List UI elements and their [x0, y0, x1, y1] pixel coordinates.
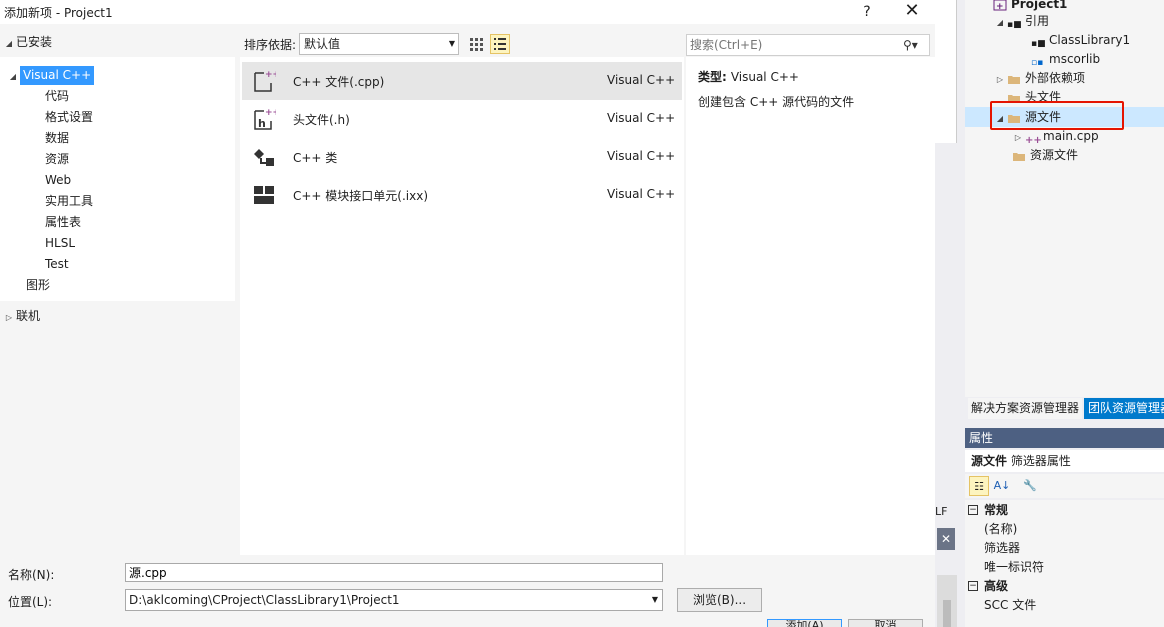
cpp-file-icon: ++ [254, 70, 276, 92]
installed-panel: ◢ Visual C++ 代码 格式设置 数据 资源 Web 实用工具 属性表 H… [0, 57, 235, 301]
add-new-item-dialog: 添加新项 - Project1 ? ✕ ◢ 已安装 ◢ Visual C++ 代码 … [0, 0, 935, 627]
help-button[interactable]: ? [856, 0, 878, 24]
tab-solution-explorer[interactable]: 解决方案资源管理器 [968, 398, 1083, 419]
grid-view-icon [470, 38, 483, 51]
sort-dropdown[interactable]: 默认值 ▼ [299, 33, 459, 55]
category-tree: ◢ 已安装 ◢ Visual C++ 代码 格式设置 数据 资源 Web 实用工具 … [0, 32, 235, 552]
description: 创建包含 C++ 源代码的文件 [698, 95, 855, 109]
chevron-down-icon: ▼ [448, 39, 455, 48]
template-item-cpp-file[interactable]: ++ C++ 文件(.cpp) Visual C++ [242, 62, 682, 100]
editor-document [935, 0, 957, 143]
tree-item-test[interactable]: Test [45, 254, 69, 275]
details-pane: 类型: Visual C++ 创建包含 C++ 源代码的文件 [686, 57, 935, 555]
tree-item-utility[interactable]: 实用工具 [45, 191, 93, 212]
property-row[interactable]: (名称) [965, 520, 1164, 539]
alphabetical-icon[interactable]: A↓ [992, 476, 1012, 496]
expand-icon: ▷ [5, 313, 13, 322]
list-view-icon [494, 38, 506, 50]
tree-item-code[interactable]: 代码 [45, 86, 69, 107]
property-grid: − 常规 (名称) 筛选器 唯一标识符 − 高级 SCC 文件 [965, 500, 1164, 627]
solution-explorer: + Project1 ◢ ▪■ 引用 ▪■ ClassLibrary1 ▫▪ mscorl… [965, 0, 1164, 397]
tree-item-ref-classlibrary1[interactable]: ▪■ ClassLibrary1 [1031, 31, 1130, 50]
tree-item-graphics[interactable]: 图形 [26, 275, 50, 296]
dialog-titlebar: 添加新项 - Project1 ? ✕ [0, 0, 935, 24]
tree-item-property-sheets[interactable]: 属性表 [45, 212, 81, 233]
template-item-module[interactable]: C++ 模块接口单元(.ixx) Visual C++ [242, 176, 682, 214]
collapse-icon: ◢ [996, 18, 1004, 27]
header-file-icon: h ++ [254, 108, 276, 130]
collapse-icon: − [968, 505, 978, 515]
property-row[interactable]: 筛选器 [965, 539, 1164, 558]
tree-item-web[interactable]: Web [45, 170, 71, 191]
collapse-icon: ◢ [9, 72, 17, 81]
category-advanced[interactable]: − 高级 [965, 577, 1164, 596]
tree-item-hlsl[interactable]: HLSL [45, 233, 75, 254]
folder-icon [1008, 75, 1020, 84]
dialog-title: 添加新项 - Project1 [4, 6, 113, 20]
properties-toolbar: ☷ A↓ 🔧 [965, 474, 1164, 498]
references-icon: ▪■ [1007, 19, 1022, 30]
add-button[interactable]: 添加(A) [767, 619, 842, 627]
filter-folder-icon [1013, 152, 1025, 161]
online-node[interactable]: ▷ 联机 [2, 306, 40, 326]
template-item-header-file[interactable]: h ++ 头文件(.h) Visual C++ [242, 100, 682, 138]
svg-text:++: ++ [265, 70, 276, 80]
installed-node[interactable]: ◢ 已安装 [2, 32, 52, 52]
panel-close-icon[interactable]: ✕ [937, 528, 955, 550]
svg-text:h: h [258, 117, 266, 130]
browse-button[interactable]: 浏览(B)... [677, 588, 762, 612]
template-item-cpp-class[interactable]: C++ 类 Visual C++ [242, 138, 682, 176]
template-list: ++ C++ 文件(.cpp) Visual C++ h ++ 头文件(.h) … [240, 57, 684, 555]
annotation-highlight [990, 101, 1124, 130]
categorized-icon[interactable]: ☷ [969, 476, 989, 496]
collapse-icon: ◢ [5, 39, 13, 48]
grid-view-button[interactable] [466, 34, 486, 54]
tree-item-external-deps[interactable]: ▷ 外部依赖项 [993, 69, 1085, 88]
module-icon [254, 186, 274, 204]
tree-item-formatting[interactable]: 格式设置 [45, 107, 93, 128]
tree-item-references[interactable]: ◢ ▪■ 引用 [993, 12, 1049, 31]
search-input[interactable] [690, 37, 890, 53]
scrollbar-thumb[interactable] [943, 600, 951, 627]
close-button[interactable]: ✕ [900, 0, 924, 24]
reference-icon: ▫▪ [1031, 57, 1044, 68]
list-view-button[interactable] [490, 34, 510, 54]
svg-text:+: + [996, 2, 1004, 11]
reference-icon: ▪■ [1031, 38, 1046, 49]
search-box: ⚲▾ [686, 34, 930, 56]
name-label: 名称(N): [8, 568, 55, 582]
property-pages-icon[interactable]: 🔧 [1020, 476, 1040, 496]
class-icon [254, 149, 274, 166]
property-row[interactable]: SCC 文件 [965, 596, 1164, 615]
property-row[interactable]: 唯一标识符 [965, 558, 1164, 577]
project-icon: + [993, 0, 1007, 11]
cancel-button[interactable]: 取消 [848, 619, 923, 627]
tree-item-visual-cpp[interactable]: ◢ Visual C++ [6, 65, 95, 86]
category-general[interactable]: − 常规 [965, 501, 1164, 520]
sort-label: 排序依据: [244, 38, 297, 52]
location-label: 位置(L): [8, 595, 53, 609]
properties-object: 源文件 筛选器属性 [965, 450, 1164, 472]
line-ending-indicator[interactable]: LF [935, 505, 947, 518]
properties-header: 属性 [965, 428, 1164, 448]
expand-icon: ▷ [996, 75, 1004, 84]
tree-item-ref-mscorlib[interactable]: ▫▪ mscorlib [1031, 50, 1100, 69]
cpp-file-icon: ++ [1025, 134, 1042, 146]
expand-icon: ▷ [1014, 133, 1022, 142]
tab-team-explorer[interactable]: 团队资源管理器 [1084, 398, 1164, 419]
tree-item-resources[interactable]: 资源 [45, 149, 69, 170]
name-field[interactable] [125, 563, 663, 582]
collapse-icon: − [968, 581, 978, 591]
search-icon[interactable]: ⚲▾ [903, 38, 925, 52]
tree-item-resource-files[interactable]: 资源文件 [1012, 146, 1078, 165]
chevron-down-icon: ▼ [651, 595, 658, 604]
tree-item-data[interactable]: 数据 [45, 128, 69, 149]
location-dropdown[interactable]: D:\aklcoming\CProject\ClassLibrary1\Proj… [125, 589, 663, 611]
type-line: 类型: Visual C++ [698, 70, 799, 84]
svg-text:++: ++ [265, 108, 276, 118]
explorer-tabs: 解决方案资源管理器 团队资源管理器 [965, 397, 1164, 419]
